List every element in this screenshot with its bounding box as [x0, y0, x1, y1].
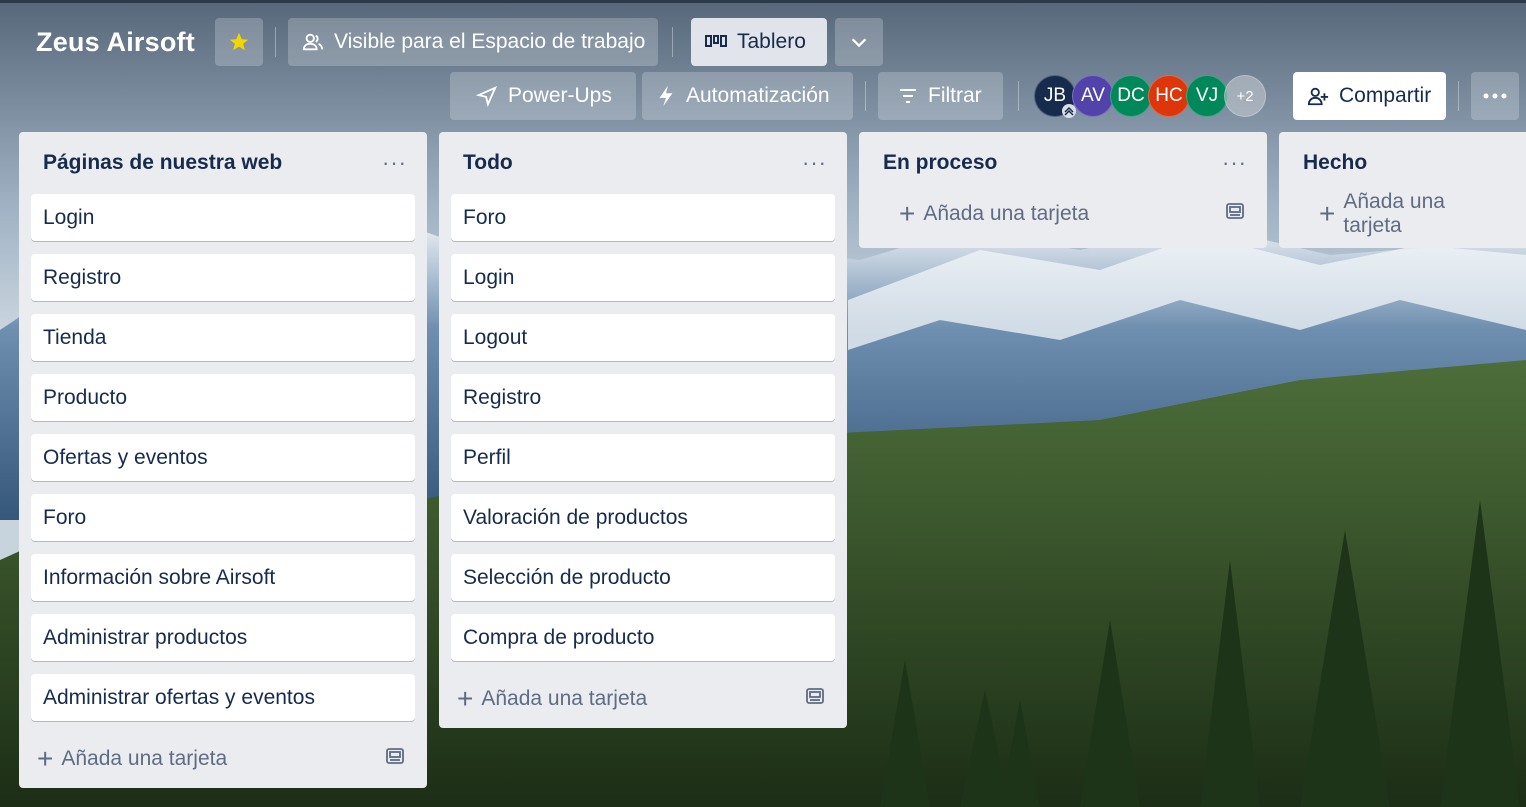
list-title[interactable]: Hecho [1303, 151, 1367, 175]
header-divider [1018, 81, 1019, 111]
card[interactable]: Ofertas y eventos [31, 434, 415, 481]
list-paginas: Páginas de nuestra web ··· Login Registr… [19, 132, 427, 788]
view-label: Tablero [737, 30, 806, 53]
card[interactable]: Perfil [451, 434, 835, 481]
plus-icon: + [1319, 198, 1336, 229]
member-avatar[interactable]: DC [1110, 75, 1152, 117]
header-divider [672, 27, 673, 57]
header-divider [275, 27, 276, 57]
automation-label: Automatización [686, 84, 830, 107]
filter-button[interactable]: Filtrar [878, 72, 1003, 120]
board-title[interactable]: Zeus Airsoft [36, 27, 195, 58]
visibility-button[interactable]: Visible para el Espacio de trabajo [288, 18, 658, 66]
plus-icon: + [457, 683, 474, 714]
card[interactable]: Registro [451, 374, 835, 421]
rocket-icon [476, 85, 498, 107]
add-card-row: + Añada una tarjeta [871, 186, 1255, 248]
create-from-template-icon[interactable] [1225, 201, 1245, 227]
list-header: Hecho [1291, 132, 1514, 194]
member-initials: VJ [1195, 85, 1219, 106]
add-card-label: Añada una tarjeta [1343, 190, 1445, 237]
list-header: En proceso ··· [871, 132, 1255, 194]
member-initials: HC [1155, 85, 1183, 106]
list-en-proceso: En proceso ··· + Añada una tarjeta [859, 132, 1267, 248]
add-card-button[interactable]: + Añada una tarjeta [457, 683, 648, 714]
card[interactable]: Registro [31, 254, 415, 301]
share-button[interactable]: Compartir [1293, 72, 1446, 120]
more-members-button[interactable]: +2 [1224, 75, 1266, 117]
card[interactable]: Login [451, 254, 835, 301]
member-initials: AV [1081, 85, 1105, 106]
filter-icon [898, 87, 918, 105]
board-members: JB AV DC HC VJ +2 [1034, 75, 1266, 118]
add-card-row: + Añada una tarjeta [451, 670, 835, 728]
card[interactable]: Selección de producto [451, 554, 835, 601]
add-card-label: Añada una tarjeta [61, 747, 228, 770]
star-button[interactable] [215, 18, 263, 66]
list-menu-icon[interactable]: ··· [1222, 152, 1247, 174]
card[interactable]: Foro [451, 194, 835, 241]
add-card-row: + Añada una tarjeta [1291, 186, 1514, 248]
create-from-template-icon[interactable] [385, 746, 405, 772]
member-initials: DC [1117, 85, 1145, 106]
list-menu-icon[interactable]: ··· [382, 152, 407, 174]
list-title[interactable]: En proceso [883, 151, 997, 175]
card[interactable]: Compra de producto [451, 614, 835, 661]
card[interactable]: Logout [451, 314, 835, 361]
add-card-row: + Añada una tarjeta [31, 730, 415, 788]
powerups-label: Power-Ups [508, 84, 612, 107]
list-todo: Todo ··· Foro Login Logout Registro Perf… [439, 132, 847, 728]
list-header: Páginas de nuestra web ··· [31, 132, 415, 194]
card[interactable]: Administrar productos [31, 614, 415, 661]
filter-label: Filtrar [928, 84, 982, 107]
card[interactable]: Producto [31, 374, 415, 421]
card[interactable]: Valoración de productos [451, 494, 835, 541]
card[interactable]: Tienda [31, 314, 415, 361]
add-person-icon [1307, 85, 1329, 107]
list-header: Todo ··· [451, 132, 835, 194]
view-dropdown-button[interactable] [835, 18, 883, 66]
member-initials: JB [1043, 85, 1067, 106]
add-card-button[interactable]: + Añada una tarjeta [37, 743, 228, 774]
list-menu-icon[interactable]: ··· [802, 152, 827, 174]
create-from-template-icon[interactable] [805, 686, 825, 712]
header-divider [865, 81, 866, 111]
chevron-down-icon [848, 31, 870, 53]
board-view-icon [705, 34, 727, 50]
board-menu-button[interactable] [1471, 72, 1519, 120]
add-card-button[interactable]: + Añada una tarjeta [877, 198, 1090, 229]
list-hecho: Hecho + Añada una tarjeta [1279, 132, 1526, 248]
more-horizontal-icon [1483, 93, 1507, 99]
card[interactable]: Información sobre Airsoft [31, 554, 415, 601]
window-top-border [0, 0, 1526, 3]
add-card-button[interactable]: + Añada una tarjeta [1297, 190, 1504, 238]
share-label: Compartir [1339, 84, 1432, 107]
star-icon [228, 31, 250, 53]
add-card-label: Añada una tarjeta [923, 202, 1090, 225]
visibility-label: Visible para el Espacio de trabajo [334, 30, 646, 53]
add-card-label: Añada una tarjeta [481, 687, 648, 710]
card[interactable]: Administrar ofertas y eventos [31, 674, 415, 721]
plus-icon: + [37, 743, 54, 774]
card[interactable]: Login [31, 194, 415, 241]
workspace-visibility-icon [302, 31, 324, 53]
card[interactable]: Foro [31, 494, 415, 541]
automation-button[interactable]: Automatización [642, 72, 853, 120]
member-avatar[interactable]: HC [1148, 75, 1190, 117]
list-title[interactable]: Páginas de nuestra web [43, 151, 282, 175]
member-avatar[interactable]: AV [1072, 75, 1114, 117]
plus-icon: + [899, 198, 916, 229]
member-avatar[interactable]: JB [1034, 75, 1076, 118]
header-divider [1458, 81, 1459, 111]
member-avatar[interactable]: VJ [1186, 75, 1228, 117]
powerups-button[interactable]: Power-Ups [450, 72, 636, 120]
lightning-icon [656, 85, 676, 107]
list-title[interactable]: Todo [463, 151, 513, 175]
view-switcher-button[interactable]: Tablero [691, 18, 827, 66]
